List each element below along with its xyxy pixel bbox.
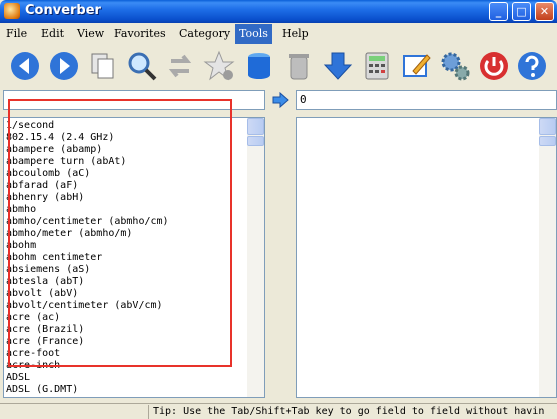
window-title: Converber: [25, 3, 101, 18]
status-separator: [148, 405, 149, 419]
copy-icon[interactable]: [86, 49, 120, 83]
from-units-items: 1/second 802.15.4 (2.4 GHz) abampere (ab…: [6, 120, 169, 396]
list-item[interactable]: abmho: [6, 204, 169, 216]
status-tip: Tip: Use the Tab/Shift+Tab key to go fie…: [153, 406, 545, 417]
database-icon[interactable]: [242, 49, 276, 83]
list-item[interactable]: abohm centimeter: [6, 252, 169, 264]
settings-gears-icon[interactable]: [438, 49, 472, 83]
list-item[interactable]: acre (Brazil): [6, 324, 169, 336]
list-item[interactable]: abhenry (abH): [6, 192, 169, 204]
to-units-list[interactable]: [296, 117, 557, 398]
swap-icon[interactable]: [163, 49, 197, 83]
calculator-icon[interactable]: [360, 49, 394, 83]
scroll-up-button[interactable]: [539, 118, 556, 135]
list-item[interactable]: absiemens (aS): [6, 264, 169, 276]
download-icon[interactable]: [321, 49, 355, 83]
menu-category[interactable]: Category: [175, 24, 234, 44]
search-icon[interactable]: [125, 49, 159, 83]
to-units-scrollbar[interactable]: [539, 118, 556, 397]
menu-edit[interactable]: Edit: [37, 24, 68, 44]
close-button[interactable]: ✕: [535, 2, 554, 21]
list-item[interactable]: abmho/centimeter (abmho/cm): [6, 216, 169, 228]
menu-view[interactable]: View: [73, 24, 108, 44]
status-bar: Tip: Use the Tab/Shift+Tab key to go fie…: [0, 403, 557, 419]
app-icon: [4, 3, 20, 19]
list-item[interactable]: 1/second: [6, 120, 169, 132]
list-item[interactable]: abtesla (abT): [6, 276, 169, 288]
list-item[interactable]: abvolt/centimeter (abV/cm): [6, 300, 169, 312]
from-value-input[interactable]: [3, 90, 265, 110]
scroll-thumb[interactable]: [247, 136, 264, 146]
list-item[interactable]: acre-inch: [6, 360, 169, 372]
menu-help[interactable]: Help: [278, 24, 313, 44]
to-value-input[interactable]: 0: [296, 90, 557, 110]
menu-bar: File Edit View Favorites Category Tools …: [0, 24, 557, 44]
back-arrow-icon[interactable]: [8, 49, 42, 83]
title-bar: Converber _ □ ✕: [0, 0, 557, 23]
minimize-button[interactable]: _: [489, 2, 508, 21]
list-item[interactable]: acre (France): [6, 336, 169, 348]
from-units-scrollbar[interactable]: [247, 118, 264, 397]
list-item[interactable]: abmho/meter (abmho/m): [6, 228, 169, 240]
list-item[interactable]: acre-foot: [6, 348, 169, 360]
list-item[interactable]: abampere turn (abAt): [6, 156, 169, 168]
scroll-up-button[interactable]: [247, 118, 264, 135]
favorite-star-icon[interactable]: [202, 49, 236, 83]
convert-arrow-icon[interactable]: [271, 92, 289, 108]
list-item[interactable]: abohm: [6, 240, 169, 252]
help-icon[interactable]: [515, 49, 549, 83]
menu-file[interactable]: File: [2, 24, 31, 44]
list-item[interactable]: ADSL (G.DMT): [6, 384, 169, 396]
list-item[interactable]: abvolt (abV): [6, 288, 169, 300]
list-item[interactable]: acre (ac): [6, 312, 169, 324]
from-units-list[interactable]: 1/second 802.15.4 (2.4 GHz) abampere (ab…: [3, 117, 265, 398]
list-item[interactable]: ADSL: [6, 372, 169, 384]
toolbar: [0, 45, 557, 88]
recycle-bin-icon[interactable]: [282, 49, 316, 83]
scroll-thumb[interactable]: [539, 136, 556, 146]
list-item[interactable]: abampere (abamp): [6, 144, 169, 156]
edit-note-icon[interactable]: [399, 49, 433, 83]
menu-tools[interactable]: Tools: [235, 24, 272, 44]
forward-arrow-icon[interactable]: [47, 49, 81, 83]
list-item[interactable]: abcoulomb (aC): [6, 168, 169, 180]
power-icon[interactable]: [477, 49, 511, 83]
maximize-button[interactable]: □: [512, 2, 531, 21]
list-item[interactable]: abfarad (aF): [6, 180, 169, 192]
list-item[interactable]: 802.15.4 (2.4 GHz): [6, 132, 169, 144]
menu-favorites[interactable]: Favorites: [110, 24, 170, 44]
